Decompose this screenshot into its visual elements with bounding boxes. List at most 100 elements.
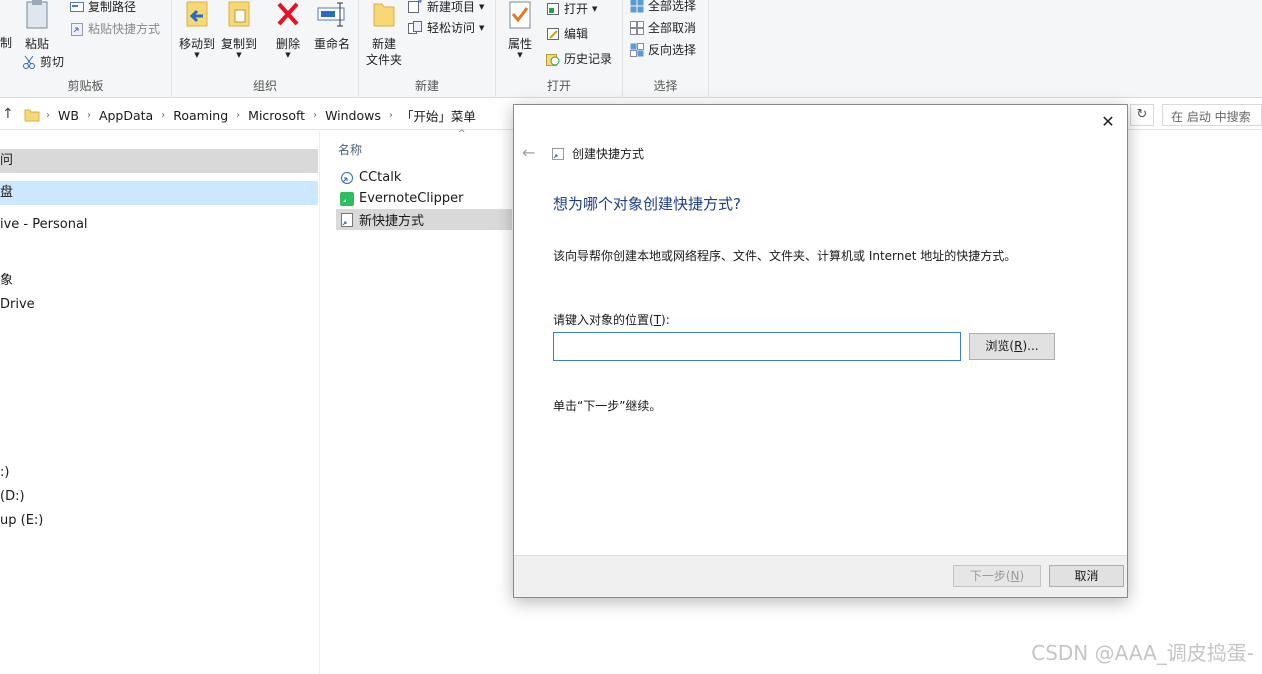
open-group: 属性 ▼ 打开 ▼ 编辑 历史记录 打开 — [496, 0, 623, 98]
copy-to-dropdown-icon: ▼ — [236, 51, 242, 59]
evernote-icon — [340, 191, 354, 206]
nav-item[interactable]: up (E:) — [0, 509, 43, 533]
delete-x-icon — [277, 2, 299, 26]
select-all-icon — [630, 0, 644, 12]
nav-item-label: ive - Personal — [0, 217, 88, 232]
copy-to-button[interactable]: 复制到 ▼ — [218, 0, 260, 59]
browse-button[interactable]: 浏览(R)... — [969, 333, 1055, 360]
next-button[interactable]: 下一步(N) — [953, 565, 1041, 587]
refresh-button[interactable]: ↻ — [1130, 104, 1154, 126]
file-name: CCtalk — [359, 170, 402, 185]
dialog-title-text: 创建快捷方式 — [572, 147, 645, 161]
delete-button[interactable]: 删除 ▼ — [270, 0, 306, 59]
nav-item-label: up (E:) — [0, 513, 44, 528]
nav-item[interactable]: ive - Personal — [0, 213, 88, 237]
new-folder-button[interactable]: 新建 文件夹 — [363, 0, 405, 68]
dialog-title: 创建快捷方式 — [552, 145, 644, 162]
easy-access-button[interactable]: 轻松访问 ▼ — [407, 19, 484, 36]
history-icon — [546, 53, 560, 66]
select-all-button[interactable]: 全部选择 — [630, 0, 696, 14]
shortcut-icon — [552, 147, 564, 160]
nav-item[interactable]: 问 — [0, 149, 318, 173]
nav-item-label: 问 — [0, 153, 14, 168]
breadcrumb-item[interactable]: WB — [52, 108, 85, 123]
breadcrumb-item[interactable]: AppData — [93, 108, 159, 123]
breadcrumb-chevron-icon: › — [388, 109, 393, 121]
close-icon: ✕ — [1101, 112, 1115, 131]
rename-icon — [317, 2, 345, 27]
new-item-button[interactable]: 新建项目 ▼ — [407, 0, 484, 15]
close-button[interactable]: ✕ — [1097, 111, 1119, 133]
cancel-button[interactable]: 取消 — [1049, 565, 1124, 587]
delete-label: 删除 — [275, 37, 300, 51]
copy-path-label: 复制路径 — [88, 0, 137, 14]
breadcrumb[interactable]: › WB › AppData › Roaming › Microsoft › W… — [24, 104, 482, 126]
delete-dropdown-icon: ▼ — [285, 51, 291, 59]
paste-shortcut-icon — [71, 22, 83, 36]
invert-selection-button[interactable]: 反向选择 — [630, 41, 696, 58]
cut-button[interactable]: 剪切 — [22, 53, 64, 70]
breadcrumb-chevron-icon: › — [236, 109, 241, 121]
open-label: 打开 — [564, 2, 589, 16]
location-label-suffix: ): — [661, 313, 670, 327]
select-none-button[interactable]: 全部取消 — [630, 19, 696, 36]
invert-selection-label: 反向选择 — [648, 43, 697, 57]
file-row[interactable]: CCtalk — [336, 167, 516, 188]
nav-item[interactable]: (D:) — [0, 485, 25, 509]
folder-icon — [24, 109, 40, 122]
properties-dropdown-icon: ▼ — [517, 51, 523, 59]
properties-check-icon — [509, 1, 531, 29]
properties-button[interactable]: 属性 ▼ — [504, 0, 536, 59]
breadcrumb-item[interactable]: Roaming — [167, 108, 234, 123]
nav-item[interactable]: :) — [0, 461, 9, 485]
copy-path-button[interactable]: 复制路径 — [70, 0, 136, 15]
file-row-selected[interactable]: 新快捷方式 — [336, 209, 512, 230]
copy-path-icon — [70, 1, 84, 12]
up-arrow-icon[interactable]: ↑ — [2, 106, 14, 122]
file-name: EvernoteClipper — [359, 191, 464, 206]
breadcrumb-item[interactable]: 「开始」菜单 — [395, 106, 482, 125]
new-folder-label-2: 文件夹 — [365, 53, 402, 67]
nav-item-label: 象 — [0, 273, 14, 288]
organize-group-label: 组织 — [252, 79, 277, 93]
column-header-name[interactable]: 名称 — [338, 141, 362, 158]
new-group-label: 新建 — [414, 79, 439, 93]
paste-label: 粘贴 — [24, 37, 49, 51]
next-label-prefix: 下一步( — [969, 569, 1011, 583]
copy-button-partial[interactable]: 制 — [0, 34, 12, 51]
edit-button[interactable]: 编辑 — [546, 25, 588, 42]
navigation-pane: 问 盘 ive - Personal 象 Drive :) (D:) up (E… — [0, 131, 320, 674]
new-group: 新建 文件夹 新建项目 ▼ 轻松访问 ▼ 新建 — [359, 0, 496, 98]
location-input[interactable] — [553, 332, 961, 361]
nav-item-label: Drive — [0, 297, 35, 312]
new-folder-label-1: 新建 — [371, 37, 396, 51]
open-button[interactable]: 打开 ▼ — [546, 0, 597, 17]
nav-item[interactable]: 象 — [0, 269, 13, 293]
select-none-label: 全部取消 — [648, 21, 697, 35]
breadcrumb-item[interactable]: Microsoft — [242, 108, 311, 123]
clipboard-icon — [26, 0, 48, 29]
edit-pencil-icon — [547, 27, 559, 40]
rename-button[interactable]: 重命名 — [310, 0, 354, 52]
sort-ascending-icon: ^ — [458, 129, 466, 139]
easy-access-icon — [408, 20, 422, 34]
history-button[interactable]: 历史记录 — [546, 50, 612, 67]
breadcrumb-item[interactable]: Windows — [319, 108, 387, 123]
new-item-dropdown-icon: ▼ — [479, 2, 485, 11]
paste-button[interactable]: 粘贴 — [22, 0, 52, 52]
breadcrumb-chevron-icon: › — [46, 109, 50, 121]
location-label-prefix: 请键入对象的位置( — [553, 313, 654, 327]
new-item-icon — [408, 0, 422, 13]
browse-label-prefix: 浏览( — [985, 339, 1015, 353]
move-to-button[interactable]: 移动到 ▼ — [176, 0, 218, 59]
properties-label: 属性 — [507, 37, 532, 51]
dialog-footer: 下一步(N) 取消 — [514, 555, 1127, 597]
search-input[interactable]: 在 启动 中搜索 — [1162, 104, 1262, 126]
paste-shortcut-button[interactable]: 粘贴快捷方式 — [70, 20, 160, 37]
nav-item[interactable]: 盘 — [0, 181, 318, 205]
invert-selection-icon — [630, 42, 644, 57]
file-row[interactable]: EvernoteClipper — [336, 188, 516, 209]
ribbon: 制 粘贴 复制路径 粘贴快捷方式 剪切 剪贴板 移动到 ▼ 复制到 ▼ 删除 ▼… — [0, 0, 1262, 98]
nav-item[interactable]: Drive — [0, 293, 35, 317]
back-button[interactable]: ← — [522, 143, 535, 162]
